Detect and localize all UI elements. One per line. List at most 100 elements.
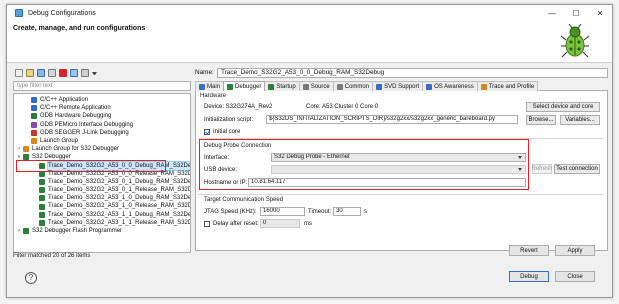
browse-button[interactable]: Browse... — [526, 115, 556, 125]
tree-item[interactable]: Trace_Demo_S32G2_A53_0_1_Debug_RAM_S32De… — [14, 178, 190, 186]
filter-icon[interactable] — [70, 69, 78, 77]
debug-button[interactable]: Debug — [509, 271, 549, 282]
filter-input[interactable]: type filter text — [13, 81, 191, 91]
timeout-field[interactable]: 30 — [333, 207, 361, 216]
name-row: Name: Trace_Demo_S32G2_A53_0_0_Debug_RAM… — [195, 67, 608, 78]
chevron-right-icon[interactable]: > — [16, 145, 22, 153]
tree-item[interactable]: Trace_Demo_S32G2_A53_1_1_Debug_RAM_S32De… — [14, 211, 190, 219]
help-icon[interactable]: ? — [25, 272, 37, 284]
name-field[interactable]: Trace_Demo_S32G2_A53_0_0_Debug_RAM_S32De… — [217, 67, 608, 78]
tab-svd-support[interactable]: SVD Support — [372, 81, 424, 91]
tree-toolbar — [13, 67, 191, 79]
config-icon — [39, 195, 45, 202]
tab-label: SVD Support — [384, 83, 420, 90]
tree-item[interactable]: GDB PEMicro Interface Debugging — [14, 121, 190, 129]
common-tab-icon — [336, 83, 343, 90]
tab-source[interactable]: Source — [298, 81, 334, 91]
delay-after-reset-checkbox[interactable] — [204, 221, 210, 227]
main-tab-icon — [199, 83, 205, 90]
launch-group-s32-icon — [23, 146, 29, 153]
maximize-button[interactable]: ☐ — [564, 5, 588, 21]
dialog-heading: Create, manage, and run configurations — [13, 25, 146, 32]
tree-item-label: C/C++ Application — [40, 97, 89, 103]
chevron-right-icon[interactable]: > — [16, 227, 22, 235]
new-prototype-icon[interactable] — [26, 69, 34, 77]
tree-item-label: GDB Hardware Debugging — [40, 113, 112, 120]
device-label: Device: S32G274A_Rev2 — [204, 104, 273, 110]
pemicro-icon — [31, 121, 37, 128]
selection-highlight-box — [16, 159, 166, 172]
timeout-label: Timeout: — [308, 209, 332, 215]
tree-item-label: Trace_Demo_S32G2_A53_0_1_Release_RAM_S32… — [48, 187, 191, 194]
refresh-button[interactable]: Refresh — [532, 164, 553, 174]
view-menu-icon[interactable] — [92, 71, 97, 75]
startup-tab-icon — [268, 83, 275, 90]
tree-item-label: Launch Group for S32 Debugger — [32, 146, 120, 153]
tree-item[interactable]: C/C++ Application — [14, 96, 190, 104]
flash-programmer-icon — [23, 228, 29, 235]
init-script-field[interactable]: ${S32DS_INITIALIZATION_SCRIPTS_DIR}/s32g… — [266, 115, 518, 124]
core-label: Core: A53 Cluster 0 Core 0 — [306, 104, 379, 110]
tab-label: OS Awareness — [434, 83, 474, 90]
tab-os-awareness[interactable]: OS Awareness — [422, 81, 478, 91]
tree-item-label: GDB PEMicro Interface Debugging — [40, 121, 134, 128]
config-icon — [39, 211, 45, 218]
tree-item[interactable]: Trace_Demo_S32G2_A53_0_1_Release_RAM_S32… — [14, 186, 190, 194]
tree-item-label: Trace_Demo_S32G2_A53_1_0_Release_RAM_S32… — [48, 203, 191, 210]
debug-configurations-icon — [15, 9, 23, 17]
tree-item[interactable]: Trace_Demo_S32G2_A53_1_0_Release_RAM_S32… — [14, 202, 190, 210]
variables-button[interactable]: Variables... — [560, 115, 600, 125]
tab-trace-and-profile[interactable]: Trace and Profile — [476, 81, 539, 91]
collapse-icon[interactable] — [81, 69, 89, 77]
tab-debugger[interactable]: Debugger — [223, 81, 266, 91]
tab-label: Startup — [276, 83, 296, 90]
delete-icon[interactable] — [59, 69, 67, 77]
debug-bug-icon — [560, 24, 590, 58]
apply-button[interactable]: Apply — [555, 245, 595, 256]
tree-item-label: GDB SEGGER J-Link Debugging — [40, 129, 129, 136]
tree-item-label: S32 Debugger Flash Programmer — [32, 228, 123, 234]
timeout-unit: s — [364, 209, 367, 215]
tree-item[interactable]: > S32 Debugger Flash Programmer — [14, 227, 190, 235]
debugger-tab-icon — [227, 83, 234, 90]
select-device-core-button[interactable]: Select device and core — [526, 102, 600, 112]
revert-button[interactable]: Revert — [509, 245, 549, 256]
tab-main[interactable]: Main — [195, 81, 225, 91]
tree-item[interactable]: Trace_Demo_S32G2_A53_1_0_Debug_RAM_S32De… — [14, 194, 190, 202]
initial-core-label: Initial core — [213, 129, 241, 135]
debug-configurations-window: Debug Configurations — ☐ ✕ Create, manag… — [6, 4, 613, 298]
jtag-speed-field[interactable]: 16000 — [260, 207, 305, 216]
tree-item[interactable]: GDB SEGGER J-Link Debugging — [14, 129, 190, 137]
filter-status: Filter matched 20 of 26 items — [13, 253, 91, 259]
tab-label: Source — [310, 83, 330, 90]
os-tab-icon — [426, 83, 433, 90]
tree-item[interactable]: > Launch Group for S32 Debugger — [14, 145, 190, 153]
config-tabs: Main Debugger Startup Source Common SVD Suppo… — [195, 81, 608, 91]
title-bar: Debug Configurations — ☐ ✕ — [7, 5, 612, 21]
tree-item-label: Launch Group — [40, 137, 79, 144]
delay-after-reset-label: Delay after reset: — [213, 221, 259, 227]
tree-item[interactable]: GDB Hardware Debugging — [14, 112, 190, 120]
tab-common[interactable]: Common — [332, 81, 374, 91]
export-icon[interactable] — [37, 69, 45, 77]
gdb-hw-icon — [31, 113, 37, 120]
tab-startup[interactable]: Startup — [264, 81, 300, 91]
init-script-label: Initialization script: — [204, 117, 254, 123]
delay-field[interactable]: 0 — [260, 219, 300, 228]
tab-label: Trace and Profile — [488, 83, 535, 90]
close-button[interactable]: Close — [555, 271, 595, 282]
tree-item[interactable]: C/C++ Remote Application — [14, 104, 190, 112]
config-icon — [39, 178, 45, 185]
hardware-section-title: Hardware — [200, 93, 227, 99]
minimize-button[interactable]: — — [540, 5, 564, 21]
initial-core-checkbox[interactable] — [204, 129, 210, 135]
duplicate-icon[interactable] — [48, 69, 56, 77]
tree-item[interactable]: Trace_Demo_S32G2_A53_1_1_Release_RAM_S32… — [14, 219, 190, 227]
close-window-button[interactable]: ✕ — [588, 5, 612, 21]
c-app-icon — [31, 97, 37, 104]
config-icon — [39, 219, 45, 226]
delay-unit: ms — [304, 221, 312, 227]
new-config-icon[interactable] — [15, 69, 23, 77]
test-connection-button[interactable]: Test connection — [554, 164, 600, 174]
tree-item[interactable]: Launch Group — [14, 137, 190, 145]
